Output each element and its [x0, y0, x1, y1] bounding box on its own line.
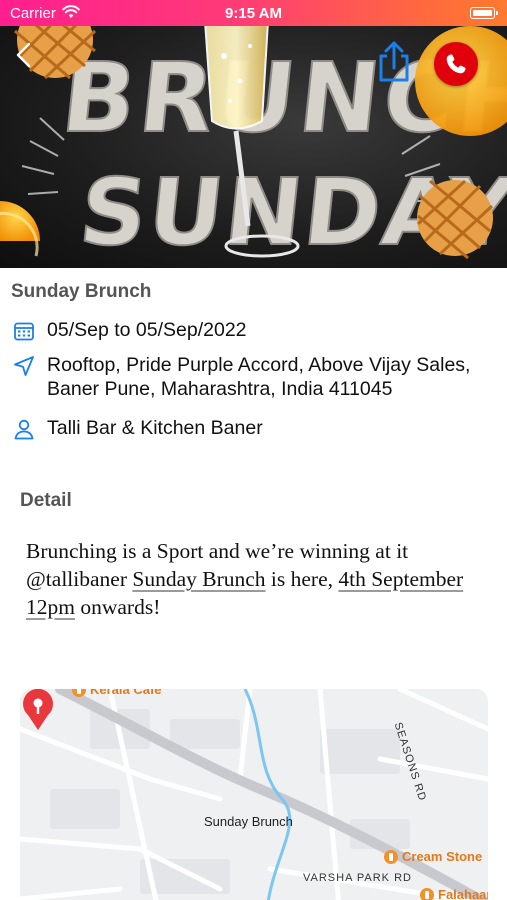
- brunch-sundays-poster: BRUNCH SUNDAYS: [0, 26, 507, 267]
- person-icon: [14, 419, 34, 440]
- event-hero-image: BRUNCH SUNDAYS: [0, 26, 507, 268]
- poi-label: Falahaar: [438, 887, 488, 900]
- poi-falahaar[interactable]: Falahaar: [420, 887, 488, 900]
- event-title: Sunday Brunch: [11, 281, 152, 302]
- map-pin-label: Sunday Brunch: [204, 814, 293, 829]
- poi-label: Cream Stone: [402, 849, 483, 864]
- detail-text-2: is here,: [265, 567, 339, 591]
- event-address: Rooftop, Pride Purple Accord, Above Vija…: [47, 354, 471, 400]
- detail-heading: Detail: [20, 490, 72, 511]
- event-host: Talli Bar & Kitchen Baner: [47, 417, 263, 439]
- poi-label: Kerala Cafe: [90, 689, 162, 697]
- event-date-row: 05/Sep to 05/Sep/2022: [12, 318, 247, 343]
- event-location-map[interactable]: SEASONS RD VARSHA PARK RD Kerala Cafe Cr…: [20, 689, 488, 900]
- status-bar: Carrier 9:15 AM: [0, 0, 507, 26]
- back-button[interactable]: [10, 40, 40, 70]
- battery-icon: [470, 7, 498, 19]
- poi-kerala-cafe[interactable]: Kerala Cafe: [72, 689, 162, 697]
- poi-cream-stone[interactable]: Cream Stone: [384, 849, 482, 864]
- call-button[interactable]: [434, 42, 478, 86]
- street-label-varsha-park: VARSHA PARK RD: [303, 872, 412, 884]
- detail-description: Brunching is a Sport and we’re winning a…: [26, 537, 486, 621]
- detail-text-3: onwards!: [74, 595, 161, 619]
- restaurant-icon: [72, 689, 86, 697]
- restaurant-icon: [384, 849, 398, 864]
- location-arrow-icon: [14, 356, 34, 376]
- event-address-row[interactable]: Rooftop, Pride Purple Accord, Above Vija…: [12, 353, 492, 401]
- share-button[interactable]: [374, 40, 414, 84]
- status-time: 9:15 AM: [225, 5, 282, 22]
- share-icon: [379, 41, 409, 82]
- map-pin-icon[interactable]: [20, 689, 56, 731]
- phone-icon: [446, 54, 466, 74]
- calendar-icon: [14, 322, 34, 341]
- event-host-row: Talli Bar & Kitchen Baner: [12, 416, 263, 441]
- restaurant-icon: [420, 887, 434, 900]
- event-name-link[interactable]: Sunday Brunch: [132, 567, 265, 591]
- event-date: 05/Sep to 05/Sep/2022: [47, 319, 247, 341]
